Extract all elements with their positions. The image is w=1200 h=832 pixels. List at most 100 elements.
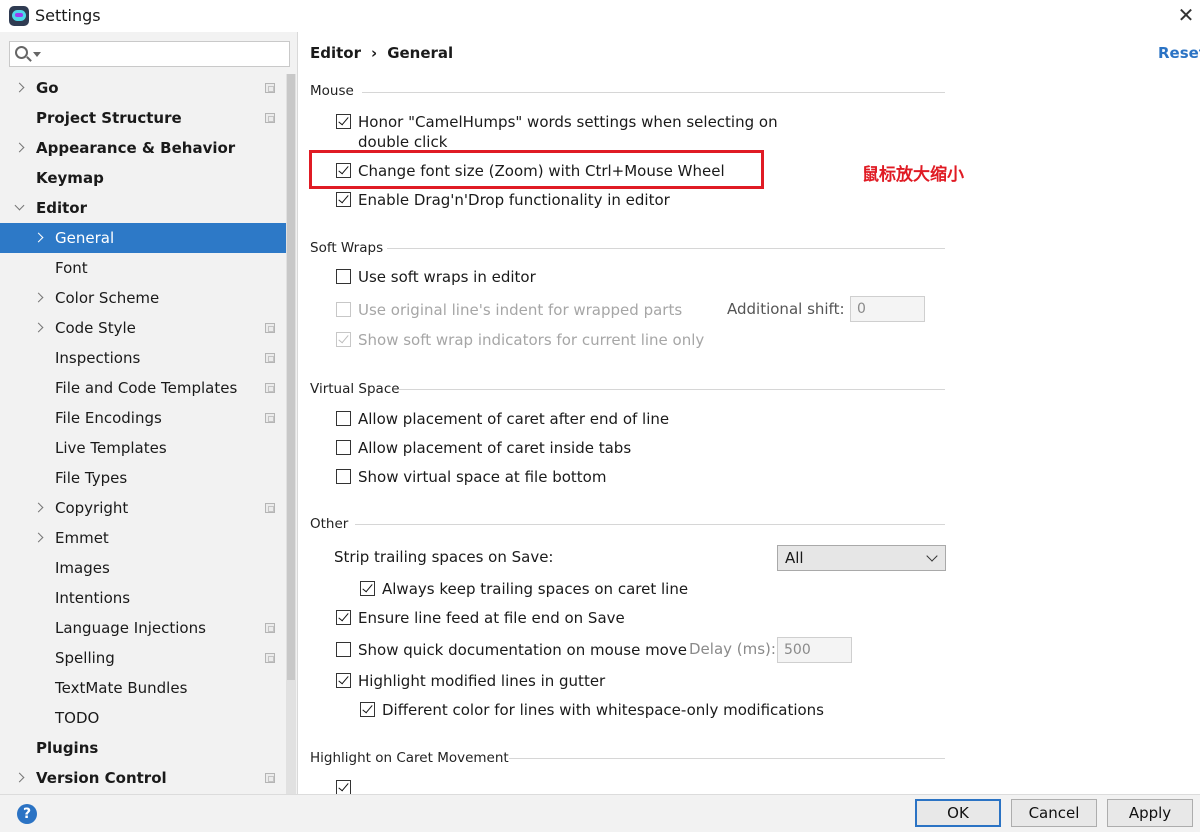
sidebar-item-label: Code Style — [55, 319, 136, 337]
virtual-space-bottom-checkbox[interactable] — [336, 469, 351, 484]
settings-tree: Go Project Structure Appearance & Behavior… — [0, 73, 286, 793]
sidebar-item-textmate-bundles[interactable]: TextMate Bundles — [0, 673, 286, 703]
dragdrop-checkbox[interactable] — [336, 192, 351, 207]
sidebar-scrollbar-thumb[interactable] — [287, 74, 295, 680]
search-box[interactable] — [9, 41, 290, 67]
wrap-indicators-checkbox[interactable] — [336, 332, 351, 347]
goland-logo-icon — [9, 6, 29, 26]
section-title-soft-wraps: Soft Wraps — [310, 240, 384, 256]
whitespace-color-checkbox[interactable] — [360, 702, 375, 717]
chevron-right-icon[interactable] — [14, 82, 25, 93]
section-title-mouse: Mouse — [310, 83, 354, 99]
sidebar-item-go[interactable]: Go — [0, 73, 286, 103]
sidebar-item-images[interactable]: Images — [0, 553, 286, 583]
line-feed-label: Ensure line feed at file end on Save — [358, 609, 625, 627]
highlight-modified-checkbox[interactable] — [336, 673, 351, 688]
caret-highlight-checkbox[interactable] — [336, 780, 351, 794]
breadcrumb-parent: Editor — [310, 44, 361, 62]
zoom-annotation: 鼠标放大缩小 — [862, 165, 964, 185]
caret-after-end-checkbox[interactable] — [336, 411, 351, 426]
sidebar-item-label: TODO — [55, 709, 100, 727]
additional-shift-label: Additional shift: — [727, 300, 845, 318]
soft-wraps-label: Use soft wraps in editor — [358, 268, 536, 286]
sidebar-item-plugins[interactable]: Plugins — [0, 733, 286, 763]
sidebar-item-file-encodings[interactable]: File Encodings — [0, 403, 286, 433]
section-divider — [398, 389, 945, 390]
sidebar-item-label: Inspections — [55, 349, 141, 367]
chevron-right-icon[interactable] — [14, 142, 25, 153]
sidebar-item-label: Spelling — [55, 649, 115, 667]
sidebar-item-version-control[interactable]: Version Control — [0, 763, 286, 793]
sidebar-item-label: Intentions — [55, 589, 131, 607]
wrap-indent-checkbox[interactable] — [336, 302, 351, 317]
sidebar-item-copyright[interactable]: Copyright — [0, 493, 286, 523]
sidebar-item-label: Keymap — [36, 169, 104, 187]
caret-inside-tabs-label: Allow placement of caret inside tabs — [358, 439, 632, 457]
zoom-label: Change font size (Zoom) with Ctrl+Mouse … — [358, 162, 725, 180]
additional-shift-field[interactable]: 0 — [850, 296, 925, 322]
sidebar-item-intentions[interactable]: Intentions — [0, 583, 286, 613]
search-icon[interactable] — [15, 46, 28, 59]
strip-trailing-select[interactable]: All — [777, 545, 946, 571]
chevron-right-icon[interactable] — [14, 772, 25, 783]
sidebar-item-emmet[interactable]: Emmet — [0, 523, 286, 553]
sidebar-item-code-style[interactable]: Code Style — [0, 313, 286, 343]
wrap-indicators-label: Show soft wrap indicators for current li… — [358, 331, 705, 349]
sidebar-item-file-types[interactable]: File Types — [0, 463, 286, 493]
caret-after-end-label: Allow placement of caret after end of li… — [358, 410, 670, 428]
chevron-down-icon[interactable] — [14, 200, 25, 211]
chevron-down-icon[interactable] — [926, 550, 938, 562]
title-bar: Settings ✕ — [0, 0, 1200, 32]
reset-link[interactable]: Reset — [1158, 44, 1200, 62]
caret-inside-tabs-checkbox[interactable] — [336, 440, 351, 455]
chevron-right-icon[interactable] — [33, 532, 44, 543]
cancel-button[interactable]: Cancel — [1011, 799, 1097, 827]
sidebar-item-label: Editor — [36, 199, 87, 217]
sidebar-item-label: Plugins — [36, 739, 99, 757]
highlight-modified-label: Highlight modified lines in gutter — [358, 672, 606, 690]
search-history-dropdown-icon[interactable] — [33, 52, 41, 57]
chevron-right-icon[interactable] — [33, 292, 44, 303]
chevron-right-icon[interactable] — [33, 502, 44, 513]
delay-label: Delay (ms): — [689, 640, 776, 658]
sidebar-item-editor[interactable]: Editor — [0, 193, 286, 223]
chevron-right-icon[interactable] — [33, 232, 44, 243]
sidebar-item-color-scheme[interactable]: Color Scheme — [0, 283, 286, 313]
sidebar-item-project-structure[interactable]: Project Structure — [0, 103, 286, 133]
sidebar-item-live-templates[interactable]: Live Templates — [0, 433, 286, 463]
keep-trailing-checkbox[interactable] — [360, 581, 375, 596]
sidebar-item-todo[interactable]: TODO — [0, 703, 286, 733]
ok-button[interactable]: OK — [915, 799, 1001, 827]
delay-field[interactable]: 500 — [777, 637, 852, 663]
sidebar-item-keymap[interactable]: Keymap — [0, 163, 286, 193]
sidebar-item-font[interactable]: Font — [0, 253, 286, 283]
apply-button[interactable]: Apply — [1107, 799, 1193, 827]
sidebar-item-file-and-code-templates[interactable]: File and Code Templates — [0, 373, 286, 403]
close-icon[interactable]: ✕ — [1176, 4, 1196, 26]
settings-sidebar: Go Project Structure Appearance & Behavior… — [0, 32, 298, 794]
zoom-checkbox[interactable] — [336, 163, 351, 178]
soft-wraps-checkbox[interactable] — [336, 269, 351, 284]
camelhumps-checkbox[interactable] — [336, 114, 351, 129]
line-feed-checkbox[interactable] — [336, 610, 351, 625]
section-title-other: Other — [310, 516, 349, 532]
breadcrumb: Editor › General — [310, 44, 453, 62]
sidebar-scrollbar[interactable] — [286, 74, 296, 794]
project-level-icon — [265, 83, 275, 93]
help-icon[interactable]: ? — [17, 804, 37, 824]
camelhumps-label-line1: Honor "CamelHumps" words settings when s… — [358, 113, 778, 131]
project-level-icon — [265, 353, 275, 363]
sidebar-item-spelling[interactable]: Spelling — [0, 643, 286, 673]
sidebar-item-appearance-behavior[interactable]: Appearance & Behavior — [0, 133, 286, 163]
sidebar-item-label: Emmet — [55, 529, 109, 547]
sidebar-item-inspections[interactable]: Inspections — [0, 343, 286, 373]
sidebar-item-language-injections[interactable]: Language Injections — [0, 613, 286, 643]
sidebar-item-general[interactable]: General — [0, 223, 286, 253]
strip-trailing-label: Strip trailing spaces on Save: — [334, 548, 554, 566]
breadcrumb-current: General — [387, 44, 454, 62]
search-input[interactable] — [44, 44, 284, 64]
sidebar-item-label: Color Scheme — [55, 289, 160, 307]
quick-doc-checkbox[interactable] — [336, 642, 351, 657]
chevron-right-icon[interactable] — [33, 322, 44, 333]
sidebar-item-label: File Types — [55, 469, 128, 487]
